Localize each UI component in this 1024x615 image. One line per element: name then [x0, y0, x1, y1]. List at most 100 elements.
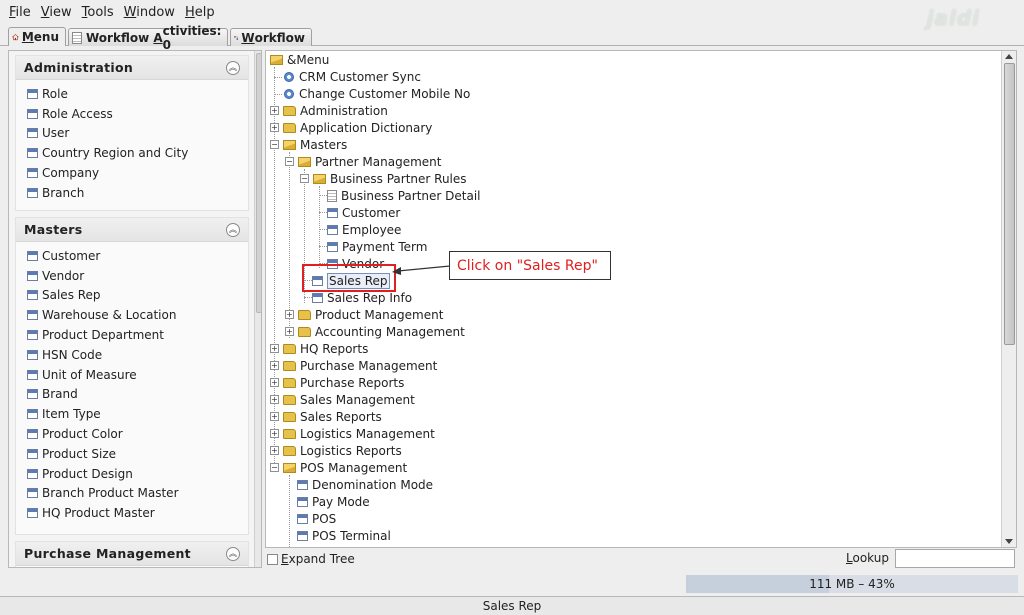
left-item-company[interactable]: Company: [27, 163, 248, 183]
collapse-node-icon[interactable]: −: [300, 174, 309, 183]
expand-icon[interactable]: +: [270, 429, 279, 438]
left-item-branch-product-master[interactable]: Branch Product Master: [27, 484, 248, 504]
folder-icon: [283, 105, 296, 116]
tree-node[interactable]: − POS Management: [270, 459, 407, 476]
folder-icon: [283, 411, 296, 422]
group-purchase-management: Purchase Management ︽: [15, 541, 249, 567]
left-item-country-region-city[interactable]: Country Region and City: [27, 143, 248, 163]
left-item-product-color[interactable]: Product Color: [27, 424, 248, 444]
scroll-thumb[interactable]: [256, 53, 261, 313]
collapse-node-icon[interactable]: −: [270, 463, 279, 472]
tree-node[interactable]: + Logistics Management: [270, 425, 435, 442]
tree-node[interactable]: + HQ Reports: [270, 340, 368, 357]
tree-connector: [289, 475, 290, 547]
expand-icon[interactable]: +: [270, 106, 279, 115]
left-item-role-access[interactable]: Role Access: [27, 104, 248, 124]
left-item-product-department[interactable]: Product Department: [27, 325, 248, 345]
tab-bar: Menu Workflow Activities: 0 Workflow: [0, 24, 1024, 52]
collapse-node-icon[interactable]: −: [285, 157, 294, 166]
group-header[interactable]: Administration ︽: [16, 56, 248, 80]
scroll-up-icon[interactable]: [1005, 54, 1013, 59]
left-item-product-size[interactable]: Product Size: [27, 444, 248, 464]
tree-node[interactable]: + Sales Management: [270, 391, 415, 408]
tree-node[interactable]: + Administration: [270, 102, 388, 119]
left-item-hq-product-master[interactable]: HQ Product Master: [27, 503, 248, 523]
expand-icon[interactable]: +: [270, 344, 279, 353]
tree-root[interactable]: &Menu: [270, 51, 329, 68]
tree-connector: [319, 212, 327, 213]
left-item-item-type[interactable]: Item Type: [27, 404, 248, 424]
window-icon: [27, 250, 38, 261]
tree-node[interactable]: POS Terminal: [297, 527, 391, 544]
expand-icon[interactable]: +: [270, 412, 279, 421]
left-item-customer[interactable]: Customer: [27, 246, 248, 266]
menu-view[interactable]: View: [36, 0, 77, 26]
menu-help[interactable]: Help: [180, 0, 220, 26]
tree-node[interactable]: + Purchase Reports: [270, 374, 404, 391]
status-bar: Sales Rep: [0, 596, 1024, 615]
expand-icon[interactable]: +: [285, 327, 294, 336]
collapse-icon[interactable]: ︽: [226, 60, 240, 75]
tree-node[interactable]: Pay Mode: [297, 493, 370, 510]
tree-node[interactable]: Employee: [327, 221, 401, 238]
collapse-icon[interactable]: ︽: [226, 222, 240, 237]
menu-tools[interactable]: Tools: [77, 0, 119, 26]
tree-node[interactable]: − Masters: [270, 136, 347, 153]
tree-node[interactable]: + Purchase Management: [270, 357, 437, 374]
left-scrollbar[interactable]: [254, 51, 261, 567]
left-item-role[interactable]: Role: [27, 84, 248, 104]
group-header[interactable]: Masters ︽: [16, 218, 248, 242]
left-item-warehouse-location[interactable]: Warehouse & Location: [27, 305, 248, 325]
expand-tree-checkbox[interactable]: [267, 553, 278, 565]
left-item-brand[interactable]: Brand: [27, 385, 248, 405]
expand-icon[interactable]: +: [270, 361, 279, 370]
collapse-icon[interactable]: ︽: [226, 546, 240, 561]
tree-node[interactable]: + Accounting Management: [285, 323, 465, 340]
tree-node[interactable]: − Business Partner Rules: [300, 170, 467, 187]
tree-node[interactable]: Denomination Mode: [297, 476, 433, 493]
tree-node[interactable]: + Sales Reports: [270, 408, 382, 425]
open-folder-icon: [283, 139, 296, 150]
tree-node[interactable]: + Product Management: [285, 306, 443, 323]
left-item-unit-of-measure[interactable]: Unit of Measure: [27, 365, 248, 385]
left-item-hsn-code[interactable]: HSN Code: [27, 345, 248, 365]
tree-node[interactable]: Change Customer Mobile No: [284, 85, 470, 102]
tree-footer: Expand Tree Lookup: [265, 549, 1017, 569]
tab-workflow-activities[interactable]: Workflow Activities: 0: [68, 24, 228, 52]
expand-icon[interactable]: +: [270, 446, 279, 455]
tree-scrollbar[interactable]: [1001, 51, 1016, 547]
window-icon: [27, 349, 38, 360]
tree-node[interactable]: CRM Customer Sync: [284, 68, 421, 85]
collapse-node-icon[interactable]: −: [270, 140, 279, 149]
tree-node[interactable]: Payment Term: [327, 238, 427, 255]
scroll-down-icon[interactable]: [1005, 539, 1013, 544]
folder-icon: [283, 428, 296, 439]
window-icon: [27, 429, 38, 440]
scroll-thumb[interactable]: [1004, 63, 1015, 345]
document-icon: [72, 31, 82, 44]
group-header[interactable]: Purchase Management ︽: [16, 542, 248, 566]
workflow-icon: [234, 35, 239, 40]
expand-icon[interactable]: +: [285, 310, 294, 319]
left-item-branch[interactable]: Branch: [27, 183, 248, 203]
expand-icon[interactable]: +: [270, 378, 279, 387]
left-item-sales-rep[interactable]: Sales Rep: [27, 286, 248, 306]
menu-window[interactable]: Window: [119, 0, 180, 26]
menu-file[interactable]: File: [4, 0, 36, 26]
tree-node[interactable]: + Logistics Reports: [270, 442, 402, 459]
expand-icon[interactable]: +: [270, 123, 279, 132]
memory-bar[interactable]: 111 MB – 43%: [686, 575, 1018, 593]
left-item-product-design[interactable]: Product Design: [27, 464, 248, 484]
tree-node[interactable]: POS: [297, 510, 336, 527]
left-item-vendor[interactable]: Vendor: [27, 266, 248, 286]
tree-node[interactable]: − Partner Management: [285, 153, 441, 170]
tree-node[interactable]: + Application Dictionary: [270, 119, 432, 136]
lookup-input[interactable]: [895, 549, 1015, 568]
tab-workflow[interactable]: Workflow: [230, 28, 312, 46]
tab-menu[interactable]: Menu: [8, 27, 66, 46]
expand-icon[interactable]: +: [270, 395, 279, 404]
left-item-user[interactable]: User: [27, 124, 248, 144]
tree-node[interactable]: Customer: [327, 204, 400, 221]
tree-node[interactable]: Business Partner Detail: [327, 187, 481, 204]
window-icon: [27, 108, 38, 119]
